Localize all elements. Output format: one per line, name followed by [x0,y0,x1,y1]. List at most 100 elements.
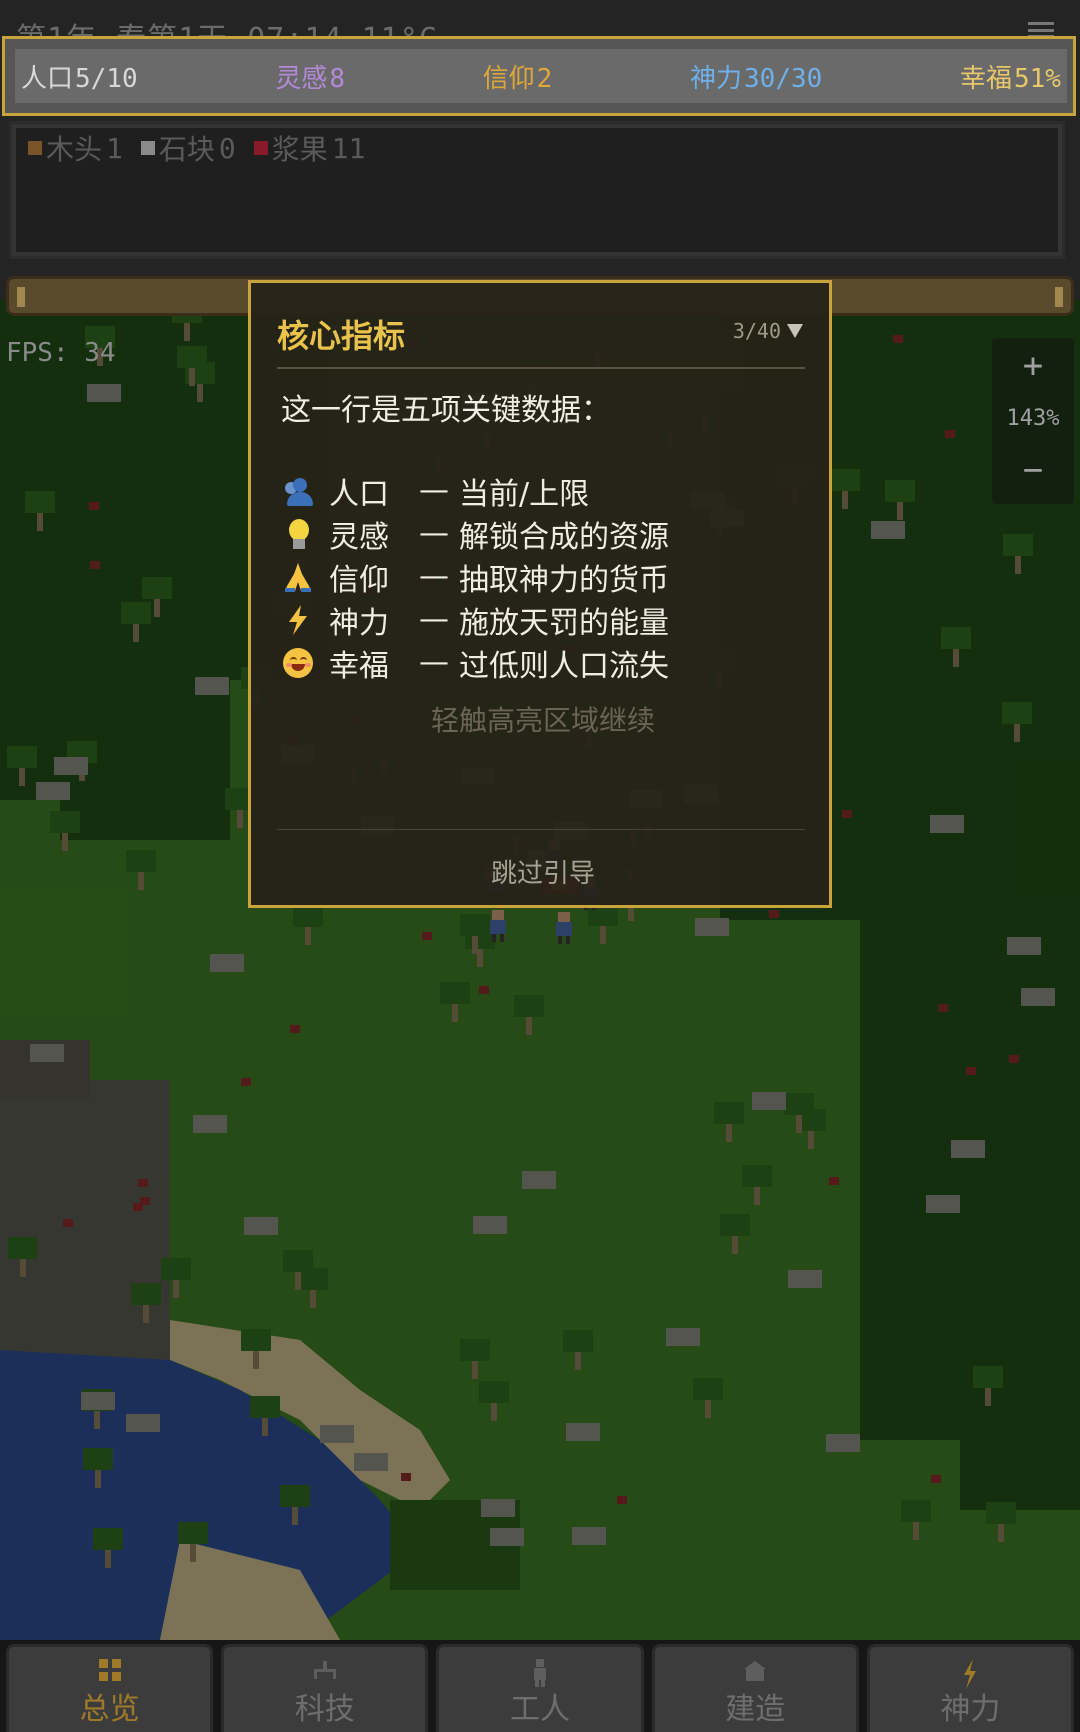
top-hud: 第1年 春第1天 07:14 11°C 人口5/10 灵感8 信仰2 神力30/… [0,0,1080,300]
skip-tutorial-button[interactable]: 跳过引导 [251,853,835,890]
metric-population: 人口 — 当前/上限 [281,469,669,512]
rock-sprite [752,1092,786,1110]
berry-bush-sprite [1009,1055,1019,1063]
tutorial-dialog: 核心指标 3/40 这一行是五项关键数据： 人口 — 当前/上限 灵感 — 解锁合成的资… [248,280,832,908]
tree-sprite [973,1366,1003,1388]
rock-sprite [572,1527,606,1545]
rock-sprite [244,1217,278,1235]
berry-bush-sprite [241,1078,251,1086]
tab-tech[interactable]: 科技 [221,1644,429,1732]
berry-bush-sprite [769,910,779,918]
rock-sprite [54,757,88,775]
tab-overview-label: 总览 [79,1692,140,1727]
stat-faith[interactable]: 信仰2 [483,58,553,95]
tree-sprite [7,746,37,768]
rock-sprite [36,782,70,800]
rock-sprite [81,1392,115,1410]
metric-happiness: 幸福 — 过低则人口流失 [281,641,669,684]
tree-sprite [720,1214,750,1236]
tree-sprite [941,627,971,649]
core-stats-row[interactable]: 人口5/10 灵感8 信仰2 神力30/30 幸福51% [15,49,1067,103]
rock-sprite [566,1423,600,1441]
rock-sprite [695,918,729,936]
rock-sprite [354,1453,388,1471]
overview-grid-icon [98,1659,121,1681]
rock-sprite [522,1171,556,1189]
rock-sprite [87,384,121,402]
stat-happiness[interactable]: 幸福51% [960,58,1061,95]
tree-sprite [177,346,207,368]
berry-bush-sprite [931,1475,941,1483]
population-icon [281,474,315,508]
tree-sprite [563,1330,593,1352]
berry-bush-sprite [893,335,903,343]
scroll-right-cap [1055,287,1063,307]
build-icon [740,1659,770,1687]
resource-panel: 木头 1 石块 0 浆果 11 [9,121,1065,259]
rock-sprite [30,1044,64,1062]
tab-divine-power[interactable]: 神力 [866,1644,1075,1732]
tree-sprite [784,1093,814,1115]
tree-sprite [1003,534,1033,556]
tree-sprite [241,1329,271,1351]
zoom-in-button[interactable]: + [992,346,1074,386]
rock-sprite [473,1216,507,1234]
lightbulb-icon [281,517,315,551]
tree-sprite [161,1258,191,1280]
tab-workers[interactable]: 工人 [436,1644,644,1732]
metric-list: 人口 — 当前/上限 灵感 — 解锁合成的资源 信仰 — 抽取神力的货币 神力 — 施放天罚的能… [281,469,669,684]
dialog-divider [277,367,805,369]
berry-bush-sprite [945,430,955,438]
berry-bush-sprite [290,1025,300,1033]
stat-population[interactable]: 人口5/10 [21,58,138,95]
rock-sprite [1007,937,1041,955]
resource-wood: 木头 1 [28,128,123,168]
villager-sprite [558,912,570,922]
berry-bush-sprite [842,810,852,818]
zoom-level: 143% [1006,406,1060,431]
tab-workers-label: 工人 [510,1692,570,1727]
smile-icon [281,646,315,680]
tab-divine-power-label: 神力 [940,1692,1001,1727]
tree-sprite [250,1396,280,1418]
tree-sprite [283,1250,313,1272]
zoom-out-button[interactable]: − [992,450,1074,490]
tree-sprite [460,1339,490,1361]
tree-sprite [8,1237,38,1259]
berry-bush-sprite [138,1179,148,1187]
metric-faith: 信仰 — 抽取神力的货币 [281,555,669,598]
tutorial-step-indicator[interactable]: 3/40 [733,319,803,343]
tree-sprite [280,1485,310,1507]
tab-build-label: 建造 [725,1692,786,1727]
berry-bush-sprite [617,1496,627,1504]
berry-bush-sprite [829,1177,839,1185]
tree-sprite [440,982,470,1004]
tree-sprite [142,577,172,599]
tech-tree-icon [310,1659,340,1687]
resource-berries: 浆果 11 [253,128,365,168]
tab-overview[interactable]: 总览 [6,1644,214,1732]
tree-sprite [131,1283,161,1305]
tab-build[interactable]: 建造 [651,1644,859,1732]
chevron-down-icon[interactable] [787,324,803,338]
stats-highlight-frame[interactable]: 人口5/10 灵感8 信仰2 神力30/30 幸福51% [2,36,1076,116]
berry-bush-sprite [479,986,489,994]
tree-sprite [126,850,156,872]
stat-divine-power[interactable]: 神力30/30 [690,58,822,95]
tree-sprite [1002,702,1032,724]
rock-sprite [930,815,964,833]
tree-sprite [25,491,55,513]
rock-sprite [193,1115,227,1133]
berry-bush-sprite [422,932,432,940]
berry-bush-sprite [89,502,99,510]
tree-sprite [830,469,860,491]
tree-sprite [121,602,151,624]
stat-inspiration[interactable]: 灵感8 [275,58,345,95]
dialog-title: 核心指标 [277,317,406,355]
scroll-left-cap [17,287,25,307]
bottom-navigation: 总览 科技 工人 建造 神力 [0,1640,1080,1732]
dialog-intro: 这一行是五项关键数据： [281,393,611,428]
resource-stone: 石块 0 [140,128,236,168]
berry-icon [253,141,268,155]
tree-sprite [901,1500,931,1522]
